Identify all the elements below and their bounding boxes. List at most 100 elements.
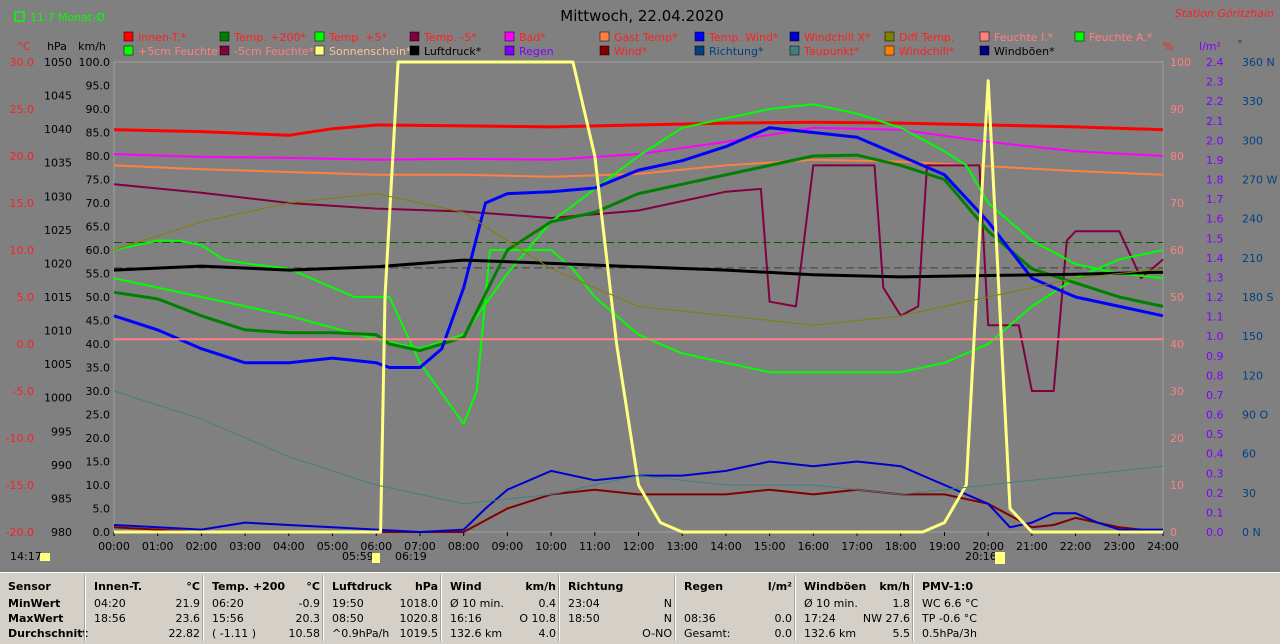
stats-column-header: Wind <box>450 580 482 593</box>
y-tick-label-wind_dir: 270 W <box>1242 174 1277 187</box>
unit-rain: l/m² <box>1199 40 1221 53</box>
y-tick-label-kmh: 10.0 <box>86 479 111 492</box>
stats-value: 21.9 <box>175 597 201 610</box>
y-tick-label-percent: 80 <box>1170 150 1184 163</box>
legend-swatch <box>599 31 610 42</box>
y-tick-label-temp_c: 30.0 <box>10 56 35 69</box>
stats-value: 4.0 <box>538 627 557 640</box>
y-tick-label-hpa: 1020 <box>44 257 72 270</box>
legend-label: Feuchte I.* <box>994 31 1054 44</box>
stats-time: ^0.9hPa/h <box>332 627 390 640</box>
stats-column-separator <box>84 575 86 641</box>
weather-chart: 00:00 01:00 02:00 03:00 04:00 05:00 06:00 07:00… <box>0 0 1280 572</box>
stats-column-separator <box>322 575 324 641</box>
y-tick-label-hpa: 1030 <box>44 190 72 203</box>
stats-value: 23.6 <box>175 612 201 625</box>
y-tick-label-percent: 30 <box>1170 385 1184 398</box>
legend-swatch <box>504 45 515 56</box>
y-tick-label-kmh: 55.0 <box>86 268 111 281</box>
y-tick-label-percent: 70 <box>1170 197 1184 210</box>
x-tick-label: 12:00 <box>623 540 655 553</box>
y-tick-label-hpa: 990 <box>51 459 72 472</box>
y-tick-label-temp_c: -10.0 <box>6 432 34 445</box>
y-tick-label-rain: 0.4 <box>1206 448 1224 461</box>
y-tick-label-rain: 1.3 <box>1206 271 1224 284</box>
stats-row-label: MinWert <box>8 597 61 610</box>
y-tick-label-rain: 0.3 <box>1206 467 1224 480</box>
y-tick-label-temp_c: 15.0 <box>10 197 35 210</box>
y-tick-label-percent: 100 <box>1170 56 1191 69</box>
x-tick-label: 17:00 <box>841 540 873 553</box>
y-tick-label-hpa: 995 <box>51 425 72 438</box>
stats-column-separator <box>440 575 442 641</box>
stats-value: 20.3 <box>295 612 321 625</box>
stats-time: 04:20 <box>94 597 126 610</box>
x-tick-label: 22:00 <box>1060 540 1092 553</box>
stats-time: 16:16 <box>450 612 482 625</box>
legend-swatch <box>694 45 705 56</box>
y-tick-label-rain: 1.6 <box>1206 213 1224 226</box>
stats-time: 15:56 <box>212 612 244 625</box>
y-tick-label-temp_c: 10.0 <box>10 244 35 257</box>
stats-row-label: MaxWert <box>8 612 64 625</box>
stats-panel: Sensor MinWert MaxWert Durchschnitt Innen-T.… <box>0 572 1280 644</box>
sunset-label: 20:16 <box>965 550 997 563</box>
chart-canvas: 00:00 01:00 02:00 03:00 04:00 05:00 06:00 07:00… <box>6 7 1277 564</box>
y-tick-label-temp_c: 5.0 <box>17 291 35 304</box>
legend-label: Regen <box>519 45 554 58</box>
stats-value: 5.5 <box>892 627 911 640</box>
y-tick-label-rain: 1.1 <box>1206 311 1224 324</box>
stats-time: 132.6 km <box>804 627 857 640</box>
stats-column: PMV-1:0 WC 6.6 °C TP -0.6 °C 0.5hPa/3h <box>914 577 1014 641</box>
y-tick-label-kmh: 100.0 <box>79 56 111 69</box>
legend-swatch <box>123 31 134 42</box>
y-tick-label-hpa: 1010 <box>44 325 72 338</box>
legend-swatch <box>409 31 420 42</box>
stats-column-unit: °C <box>306 580 320 593</box>
y-tick-label-rain: 2.0 <box>1206 134 1224 147</box>
stats-value: 0.0 <box>774 612 793 625</box>
y-tick-label-hpa: 985 <box>51 492 72 505</box>
legend-swatch <box>789 31 800 42</box>
stats-value: 22.82 <box>168 627 201 640</box>
stats-time: Gesamt: <box>684 627 731 640</box>
y-tick-label-rain: 1.0 <box>1206 330 1224 343</box>
y-tick-label-kmh: 70.0 <box>86 197 111 210</box>
y-tick-label-temp_c: 20.0 <box>10 150 35 163</box>
y-tick-label-kmh: 0.0 <box>93 526 111 539</box>
legend-label: Diff Temp. <box>899 31 954 44</box>
stats-column: Innen-T. °C 04:20 21.9 18:56 23.6 22.82 <box>86 577 204 641</box>
y-tick-label-kmh: 25.0 <box>86 409 111 422</box>
month-avg-icon <box>14 11 25 22</box>
y-tick-label-kmh: 60.0 <box>86 244 111 257</box>
stats-time: 08:50 <box>332 612 364 625</box>
legend-label: Gast Temp* <box>614 31 678 44</box>
stats-column-header: Regen <box>684 580 724 593</box>
stats-column: Sensor MinWert MaxWert Durchschnitt <box>0 577 88 641</box>
unit-temp: °C <box>17 40 31 53</box>
x-tick-label: 09:00 <box>492 540 524 553</box>
y-tick-label-rain: 2.2 <box>1206 95 1224 108</box>
stats-column-header: Sensor <box>8 580 51 593</box>
y-tick-label-rain: 0.1 <box>1206 506 1224 519</box>
y-tick-label-kmh: 5.0 <box>93 503 111 516</box>
stats-value: N <box>663 612 672 625</box>
y-tick-label-wind_dir: 240 <box>1242 213 1263 226</box>
y-tick-label-temp_c: -5.0 <box>13 385 34 398</box>
y-tick-label-rain: 1.9 <box>1206 154 1224 167</box>
y-tick-label-percent: 20 <box>1170 432 1184 445</box>
y-tick-label-percent: 40 <box>1170 338 1184 351</box>
stats-column: Luftdruck hPa 19:50 1018.0 08:50 1020.8 ^0.9hP… <box>324 577 442 641</box>
y-tick-label-kmh: 95.0 <box>86 80 111 93</box>
stats-time: 06:20 <box>212 597 244 610</box>
legend-label: Taupunkt* <box>803 45 860 58</box>
legend-swatch <box>409 45 420 56</box>
legend-label: Temp. -5* <box>423 31 477 44</box>
stats-column-separator <box>794 575 796 641</box>
stats-column: Regen l/m² 08:36 0.0 Gesamt: 0.0 <box>676 577 796 641</box>
x-tick-label: 10:00 <box>535 540 567 553</box>
y-tick-label-percent: 60 <box>1170 244 1184 257</box>
y-tick-label-hpa: 1000 <box>44 392 72 405</box>
stats-value: 0.4 <box>538 597 557 610</box>
sunset-icon <box>995 552 1005 564</box>
